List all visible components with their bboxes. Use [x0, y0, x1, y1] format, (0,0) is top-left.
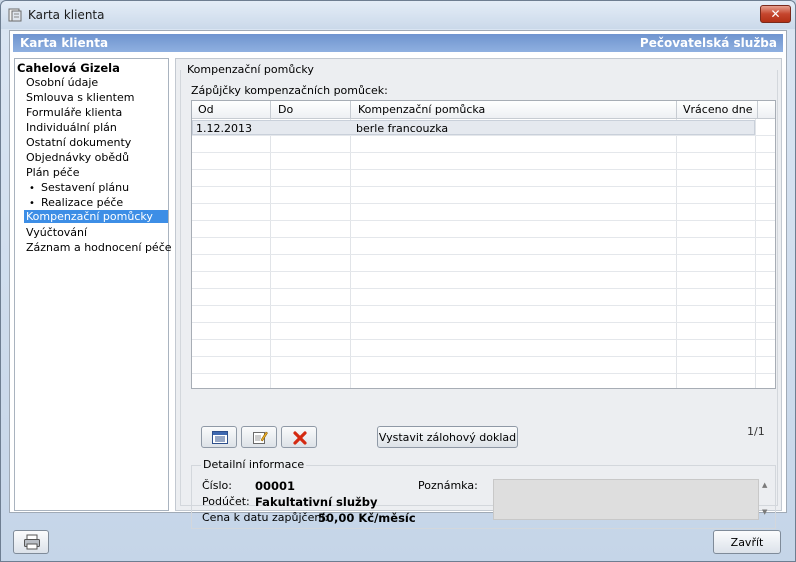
bullet: •	[29, 183, 35, 194]
nav-item-sestaveni-planu[interactable]: • Sestavení plánu	[29, 181, 129, 194]
close-button-label: Zavřít	[730, 536, 764, 549]
issue-deposit-button[interactable]: Vystavit zálohový doklad	[377, 426, 518, 448]
client-navigation: Cahelová Gizela Osobní údaje Smlouva s k…	[14, 58, 172, 511]
header-separator	[757, 101, 758, 119]
note-field[interactable]	[493, 479, 759, 520]
printer-icon	[24, 534, 40, 550]
row-divider	[192, 203, 775, 204]
nav-item-label: Sestavení plánu	[41, 181, 130, 194]
nav-item-label: Realizace péče	[41, 196, 124, 209]
section-title: Kompenzační pomůcky	[185, 63, 316, 76]
nav-item-plan-pece[interactable]: Plán péče	[26, 166, 79, 179]
cell-od: 1.12.2013	[196, 122, 252, 135]
loans-grid[interactable]: Od Do Kompenzační pomůcka Vráceno dne 1.…	[191, 100, 776, 389]
cell-pomucka: berle francouzka	[356, 122, 449, 135]
nav-item-kompenzacni-pomucky[interactable]: Kompenzační pomůcky	[24, 210, 168, 223]
banner-service: Pečovatelská služba	[639, 36, 777, 50]
row-divider	[192, 339, 775, 340]
row-divider	[192, 288, 775, 289]
client-name: Cahelová Gizela	[17, 61, 120, 75]
nav-item-smlouva[interactable]: Smlouva s klientem	[26, 91, 134, 104]
row-divider	[192, 237, 775, 238]
column-header-do[interactable]: Do	[278, 103, 293, 116]
note-scrollbar[interactable]: ▲ ▼	[760, 479, 772, 520]
client-card-window: Karta klienta ✕ Karta klienta Pečovatels…	[0, 0, 796, 562]
note-label: Poznámka:	[418, 479, 478, 492]
delete-button[interactable]	[281, 426, 317, 448]
scroll-down-icon[interactable]: ▼	[762, 508, 767, 516]
banner-title: Karta klienta	[20, 36, 109, 50]
column-header-vraceno[interactable]: Vráceno dne	[683, 103, 753, 116]
row-divider	[192, 135, 775, 136]
nav-item-realizace-pece[interactable]: • Realizace péče	[29, 196, 123, 209]
scroll-up-icon[interactable]: ▲	[762, 481, 767, 489]
nav-item-individualni-plan[interactable]: Individuální plán	[26, 121, 117, 134]
page-indicator: 1/1	[747, 425, 765, 438]
delete-icon	[293, 431, 307, 445]
app-icon	[7, 7, 23, 23]
nav-item-vyuctovani[interactable]: Vyúčtování	[26, 226, 87, 239]
window-title: Karta klienta	[28, 8, 105, 22]
issue-deposit-label: Vystavit zálohový doklad	[378, 431, 517, 444]
title-bar: Karta klienta ✕	[1, 1, 795, 29]
column-separator	[676, 101, 677, 388]
row-divider	[192, 356, 775, 357]
column-separator	[755, 101, 756, 388]
detail-title: Detailní informace	[201, 458, 307, 471]
row-divider	[192, 169, 775, 170]
column-separator	[270, 101, 271, 388]
price-value: 50,00 Kč/měsíc	[318, 511, 416, 525]
column-header-od[interactable]: Od	[198, 103, 214, 116]
header-separator	[270, 101, 271, 119]
column-header-pomucka[interactable]: Kompenzační pomůcka	[358, 103, 485, 116]
price-label: Cena k datu zapůjčení:	[202, 511, 329, 524]
list-icon	[212, 431, 228, 444]
detail-group: Detailní informace Číslo: 00001 Podúčet:…	[191, 458, 776, 529]
grid-header: Od Do Kompenzační pomůcka Vráceno dne	[192, 101, 775, 119]
column-separator	[350, 101, 351, 388]
client-area: Karta klienta Pečovatelská služba Cahelo…	[9, 30, 787, 529]
nav-item-zaznam-hodnoceni[interactable]: Záznam a hodnocení péče	[26, 241, 172, 254]
row-divider	[192, 186, 775, 187]
table-row[interactable]: 1.12.2013 berle francouzka	[192, 120, 755, 135]
nav-item-formulare[interactable]: Formuláře klienta	[26, 106, 122, 119]
list-button[interactable]	[201, 426, 237, 448]
close-icon: ✕	[770, 7, 781, 21]
nav-item-objednavky-obedu[interactable]: Objednávky obědů	[26, 151, 129, 164]
content-panel: Kompenzační pomůcky Zápůjčky kompenzační…	[175, 58, 782, 529]
subaccount-label: Podúčet:	[202, 495, 250, 508]
number-label: Číslo:	[202, 479, 232, 492]
header-separator	[350, 101, 351, 119]
row-divider	[192, 305, 775, 306]
subaccount-value: Fakultativní služby	[255, 495, 378, 509]
row-divider	[192, 373, 775, 374]
edit-button[interactable]	[241, 426, 277, 448]
edit-icon	[253, 431, 268, 444]
row-divider	[192, 322, 775, 323]
close-button[interactable]: Zavřít	[713, 530, 781, 554]
row-divider	[192, 152, 775, 153]
print-button[interactable]	[13, 530, 49, 554]
nav-item-ostatni-dokumenty[interactable]: Ostatní dokumenty	[26, 136, 131, 149]
bullet: •	[29, 198, 35, 209]
header-separator	[676, 101, 677, 119]
number-value: 00001	[255, 479, 296, 493]
close-window-button[interactable]: ✕	[760, 5, 791, 23]
row-divider	[192, 271, 775, 272]
row-divider	[192, 254, 775, 255]
nav-item-osobni-udaje[interactable]: Osobní údaje	[26, 76, 98, 89]
header-banner: Karta klienta Pečovatelská služba	[13, 34, 783, 52]
grid-label: Zápůjčky kompenzačních pomůcek:	[191, 84, 388, 97]
row-divider	[192, 220, 775, 221]
